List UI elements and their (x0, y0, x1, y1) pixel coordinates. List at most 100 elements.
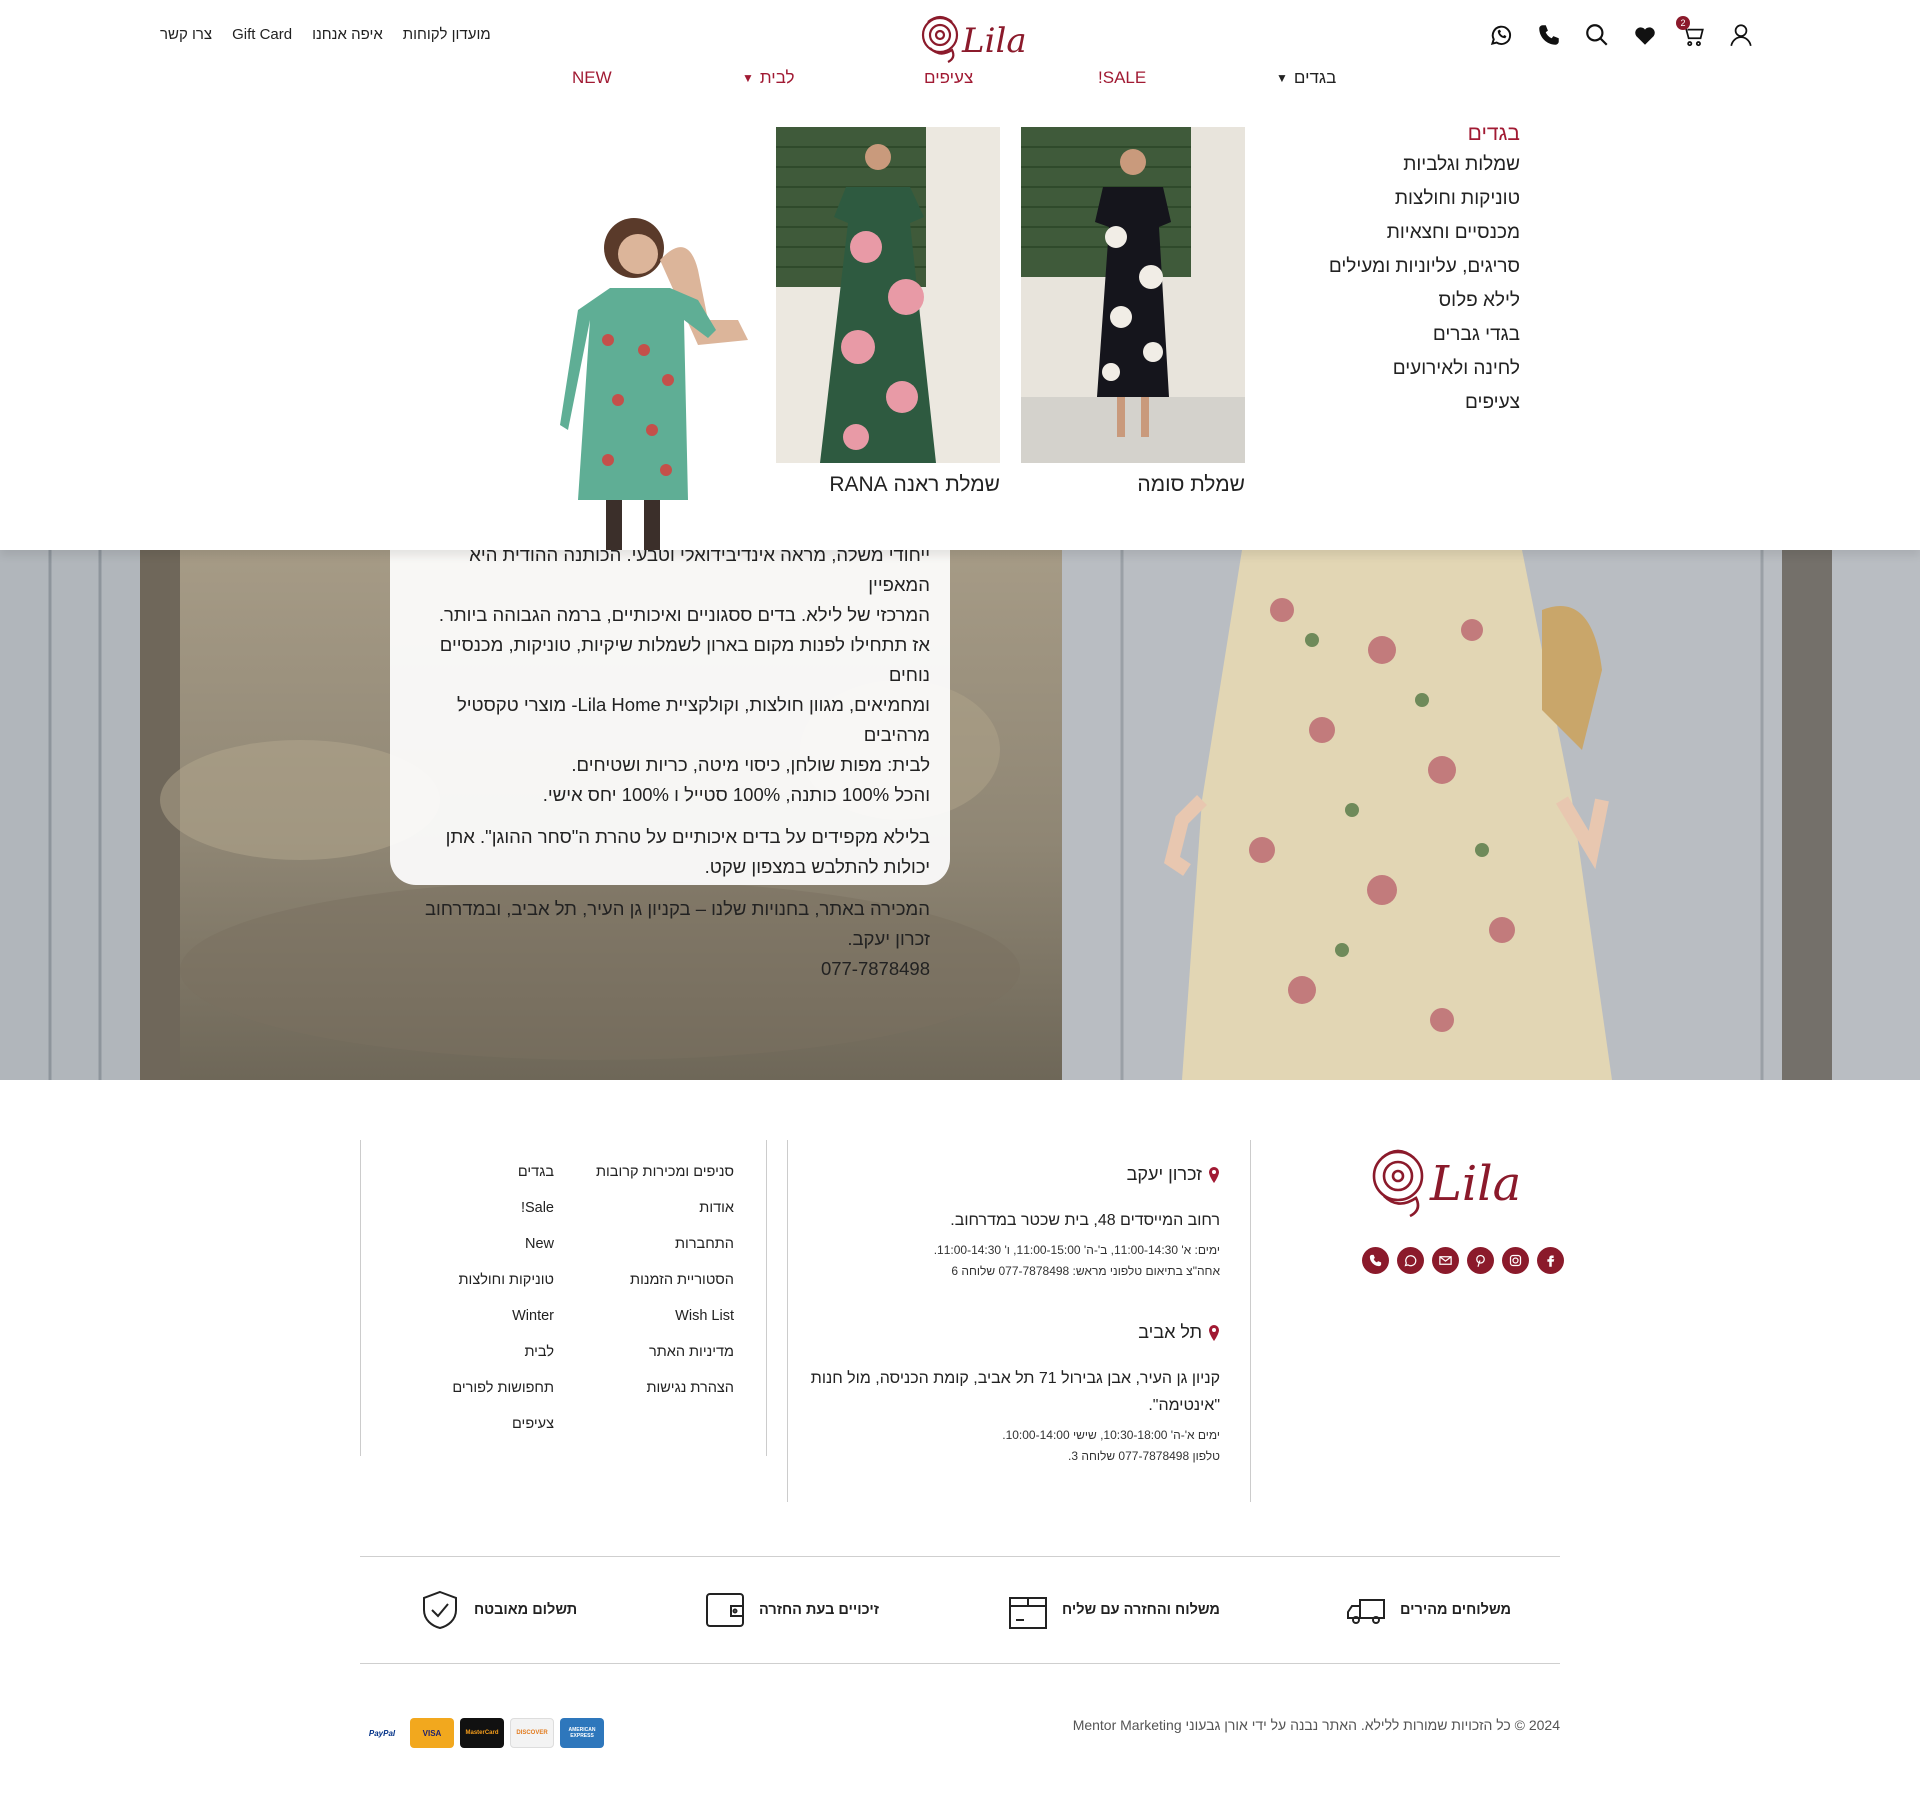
phone-social-icon[interactable] (1362, 1247, 1389, 1274)
phone-icon[interactable] (1536, 22, 1562, 48)
footer-logo[interactable]: Lila (1368, 1138, 1548, 1218)
footer-link[interactable]: סניפים ומכירות קרובות (560, 1160, 734, 1196)
mega-menu-link[interactable]: טוניקות וחולצות (1220, 187, 1520, 211)
footer-link[interactable]: לבית (400, 1340, 554, 1376)
branch-address: קניון גן העיר, אבן גבירול 71 תל אביב, קו… (810, 1370, 1220, 1414)
about-phone[interactable]: 077-7878498 (821, 958, 930, 979)
cart-count-badge: 2 (1676, 16, 1690, 30)
whatsapp-icon[interactable] (1488, 22, 1514, 48)
mega-menu-link[interactable]: לחינה ולאירועים (1220, 357, 1520, 381)
mega-menu-link[interactable]: סריגים, עליוניות ומעילים (1220, 255, 1520, 279)
mega-menu-title[interactable]: בגדים (1220, 122, 1520, 146)
footer-link[interactable]: Winter (400, 1304, 554, 1340)
footer-divider (1250, 1140, 1251, 1502)
top-link-where[interactable]: איפה אנחנו (312, 26, 383, 43)
nav-sale[interactable]: SALE! (1098, 68, 1146, 88)
mega-menu-link[interactable]: לילא פלוס (1220, 289, 1520, 313)
lila-logo[interactable]: Lila (918, 8, 1044, 66)
footer-link[interactable]: טוניקות וחולצות (400, 1268, 554, 1304)
nav-home-label: לבית (759, 68, 795, 87)
branch-note: אחה"צ בתיאום טלפוני מראש: 077-7878498 של… (951, 1264, 1220, 1278)
footer-link[interactable]: הסטוריית הזמנות (560, 1268, 734, 1304)
about-paragraph-3: המכירה באתר, בחנויות שלנו – בקניון גן הע… (410, 894, 930, 984)
email-social-icon[interactable] (1432, 1247, 1459, 1274)
footer-divider-horizontal (360, 1556, 1560, 1557)
feature-label: תשלום מאובטח (474, 1602, 578, 1618)
feature-label: משלוח והחזרה עם שליח (1062, 1602, 1220, 1618)
search-icon[interactable] (1584, 22, 1610, 48)
nav-clothes[interactable]: בגדים ▼ (1276, 68, 1336, 88)
about-line: אז תתחילו לפנות מקום בארון לשמלות שיקיות… (439, 634, 930, 685)
payment-methods: PayPal VISA MasterCard DISCOVER AMERICAN… (360, 1718, 604, 1748)
box-icon (1009, 1597, 1047, 1629)
footer-link[interactable]: אודות (560, 1196, 734, 1232)
feature-label: משלוחים מהירים (1400, 1602, 1512, 1618)
branch-tel-aviv: תל אביב קניון גן העיר, אבן גבירול 71 תל … (800, 1322, 1220, 1467)
feature-secure-payment: תשלום מאובטח (418, 1588, 577, 1632)
product-image[interactable] (776, 127, 1000, 463)
heart-icon[interactable] (1632, 22, 1658, 48)
nav-new-label: NEW (572, 68, 612, 87)
top-links: צרו קשר Gift Card איפה אנחנו מועדון לקוח… (160, 26, 491, 43)
product-image[interactable] (1021, 127, 1245, 463)
shield-check-icon (423, 1590, 457, 1630)
product-card-soma[interactable]: שמלת סומה (1021, 127, 1245, 497)
cart-icon[interactable]: 2 (1676, 16, 1706, 48)
instagram-social-icon[interactable] (1502, 1247, 1529, 1274)
about-line: לבית: מפות שולחן, כיסוי מיטה, כריות ושטי… (571, 754, 930, 775)
pinterest-social-icon[interactable] (1467, 1247, 1494, 1274)
location-pin-icon (1209, 1166, 1219, 1183)
footer-link[interactable]: הצהרת נגישות (560, 1376, 734, 1412)
about-stores-text: המכירה באתר, בחנויות שלנו – בקניון גן הע… (424, 898, 930, 949)
footer-link[interactable]: בגדים (400, 1160, 554, 1196)
whatsapp-social-icon[interactable] (1397, 1247, 1424, 1274)
product-name[interactable]: שמלת סומה (1021, 473, 1245, 497)
mastercard-icon: MasterCard (460, 1718, 504, 1748)
top-link-contact[interactable]: צרו קשר (160, 26, 212, 43)
mega-menu-link[interactable]: שמלות וגלביות (1220, 153, 1520, 177)
nav-scarves[interactable]: צעיפים (924, 68, 973, 88)
mega-menu-link[interactable]: בגדי גברים (1220, 323, 1520, 347)
footer-link[interactable]: צעיפים (400, 1412, 554, 1448)
mega-menu-link[interactable]: צעיפים (1220, 391, 1520, 415)
footer-link[interactable]: מדיניות האתר (560, 1340, 734, 1376)
header-icons: 2 (1488, 16, 1754, 48)
site-header: צרו קשר Gift Card איפה אנחנו מועדון לקוח… (0, 0, 1920, 120)
about-paragraph-2: בלילא מקפידים על בדים איכותיים על טהרת ה… (445, 826, 930, 877)
branch-zichron: זכרון יעקב רחוב המייסדים 48, בית שכטר במ… (800, 1164, 1220, 1282)
user-icon[interactable] (1728, 22, 1754, 48)
branch-title: תל אביב (800, 1322, 1220, 1343)
promo-model-image[interactable] (548, 170, 758, 550)
feature-credit-refund: זיכויים בעת החזרה (703, 1588, 879, 1632)
chevron-down-icon: ▼ (742, 71, 754, 85)
top-link-club[interactable]: מועדון לקוחות (403, 26, 491, 43)
main-nav: בגדים ▼ SALE! צעיפים לבית ▼ NEW (0, 68, 1920, 96)
chevron-down-icon: ▼ (1276, 71, 1288, 85)
footer-link[interactable]: Sale! (400, 1196, 554, 1232)
nav-clothes-label: בגדים (1293, 68, 1337, 87)
product-name[interactable]: שמלת ראנה RANA (776, 473, 1000, 497)
footer-divider-horizontal (360, 1663, 1560, 1664)
about-line: ומחמיאים, מגוון חולצות, וקולקציית Lila H… (456, 694, 930, 745)
discover-icon: DISCOVER (510, 1718, 554, 1748)
footer-link[interactable]: Wish List (560, 1304, 734, 1340)
paypal-icon: PayPal (360, 1718, 404, 1748)
visa-icon: VISA (410, 1718, 454, 1748)
nav-scarves-label: צעיפים (924, 68, 974, 87)
footer-links-shop: בגדים Sale! New טוניקות וחולצות Winter ל… (400, 1160, 554, 1448)
branch-hours: ימים: א' 11:00-14:30, ב'-ה' 11:00-15:00,… (933, 1243, 1220, 1257)
svg-text:Lila: Lila (961, 21, 1027, 61)
footer-link[interactable]: New (400, 1232, 554, 1268)
feature-fast-shipping: משלוחים מהירים (1344, 1588, 1511, 1632)
nav-home[interactable]: לבית ▼ (742, 68, 795, 88)
footer-link[interactable]: התחברות (560, 1232, 734, 1268)
nav-new[interactable]: NEW (572, 68, 612, 88)
svg-text:Lila: Lila (1429, 1156, 1521, 1212)
product-card-rana[interactable]: שמלת ראנה RANA (776, 127, 1000, 497)
mega-menu-link[interactable]: מכנסיים וחצאיות (1220, 221, 1520, 245)
about-line: והכל 100% כותנה, 100% סטייל ו 100% יחס א… (542, 784, 930, 805)
top-link-giftcard[interactable]: Gift Card (232, 26, 292, 43)
footer-link[interactable]: תחפושות לפורים (400, 1376, 554, 1412)
facebook-social-icon[interactable] (1537, 1247, 1564, 1274)
branch-address: רחוב המייסדים 48, בית שכטר במדרחוב. (950, 1212, 1220, 1229)
